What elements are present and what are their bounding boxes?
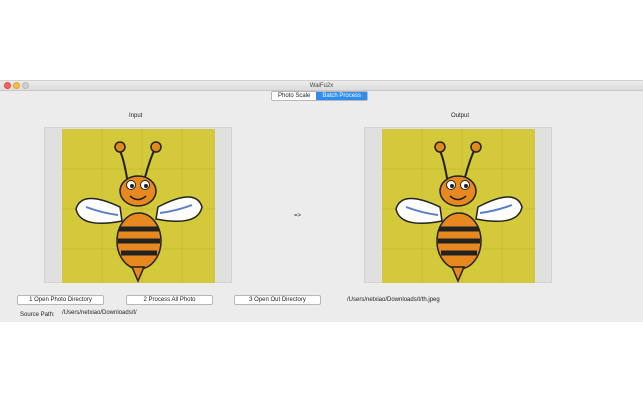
- tab-photo-scale[interactable]: Photo Scale: [272, 92, 317, 100]
- input-label: Input: [129, 113, 143, 119]
- app-window: WaiFu2x Photo Scale Batch Process Input …: [0, 80, 643, 322]
- mode-tabs: Photo Scale Batch Process: [271, 91, 369, 101]
- title-bar: WaiFu2x: [0, 81, 643, 91]
- input-image: [62, 129, 215, 283]
- tab-batch-process[interactable]: Batch Process: [316, 92, 368, 100]
- output-image: [382, 129, 535, 283]
- output-image-panel: [364, 127, 552, 283]
- input-image-panel: [44, 127, 232, 283]
- open-out-directory-button[interactable]: 3 Open Out Directory: [234, 295, 321, 305]
- open-photo-directory-button[interactable]: 1 Open Photo Directory: [17, 295, 104, 305]
- process-all-button[interactable]: 2 Process All Photo: [126, 295, 213, 305]
- bee-image-icon: [382, 129, 535, 283]
- output-label: Output: [451, 113, 470, 119]
- window-title: WaiFu2x: [309, 83, 334, 89]
- bee-image-icon: [62, 129, 215, 283]
- arrow-indicator: =>: [294, 213, 302, 219]
- source-path-label: Source Path:: [20, 312, 55, 318]
- output-file-path: /Users/netxiao/Downloads/t/th.jpeg: [347, 297, 440, 303]
- source-path-value: /Users/netxiao/Downloads/t/: [62, 310, 137, 316]
